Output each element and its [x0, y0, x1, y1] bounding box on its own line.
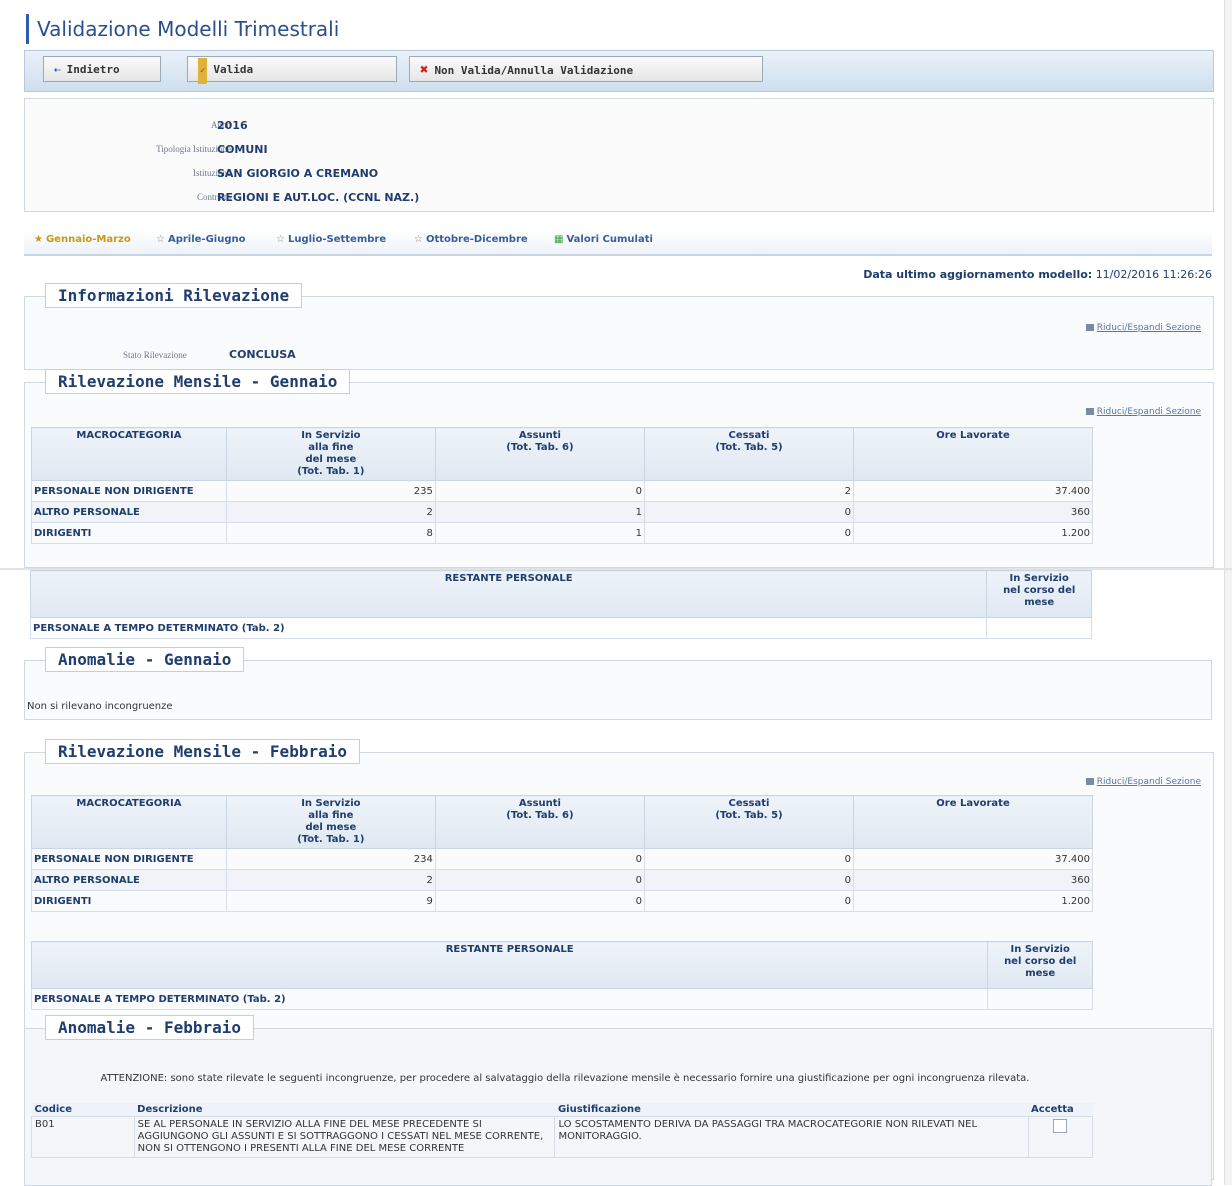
tab-valori-cumulati[interactable]: ▦ Valori Cumulati — [554, 234, 653, 245]
anomalie-febbraio-title: Anomalie - Febbraio — [45, 1015, 255, 1040]
col-assunti: Assunti (Tot. Tab. 6) — [434, 427, 645, 481]
close-icon: ✖ — [420, 62, 429, 78]
valid-button[interactable]: ✓ Valida — [187, 56, 397, 84]
gennaio-section-title: Rilevazione Mensile - Gennaio — [45, 369, 351, 394]
febbraio-section-title: Rilevazione Mensile - Febbraio — [45, 739, 360, 764]
table-header-row: MACROCATEGORIA In Servizio alla fine del… — [31, 427, 1093, 481]
table-row: B01 SE AL PERSONALE IN SERVIZIO ALLA FIN… — [31, 1116, 1094, 1158]
anomalie-gennaio-text: Non si rilevano incongruenze — [27, 701, 173, 712]
info-row-contratto: Contratto REGIONI E AUT.LOC. (CCNL NAZ.) — [25, 189, 1213, 209]
star-icon: ☆ — [156, 234, 165, 245]
col-ore-lavorate: Ore Lavorate — [853, 427, 1093, 481]
anomalie-warning: ATTENZIONE: sono state rilevate le segue… — [100, 1073, 1030, 1084]
toggle-icon — [1085, 778, 1094, 785]
contratto-value: REGIONI E AUT.LOC. (CCNL NAZ.) — [217, 191, 420, 204]
stato-label: Stato Rilevazione — [123, 350, 187, 360]
table-header-row: RESTANTE PERSONALE In Servizio nel corso… — [29, 570, 1092, 618]
last-update-value: 11/02/2016 11:26:26 — [1095, 268, 1212, 281]
page-title: Validazione Modelli Trimestrali — [26, 14, 339, 44]
valid-button-label: Valida — [213, 63, 254, 76]
toggle-icon — [1085, 408, 1094, 415]
table-row: DIRIGENTI 8 1 0 1.200 — [31, 522, 1093, 544]
col-cessati: Cessati (Tot. Tab. 5) — [643, 795, 855, 849]
stato-value: CONCLUSA — [229, 348, 296, 361]
tab-gennaio-marzo[interactable]: ★ Gennaio-Marzo — [34, 234, 131, 245]
anomalia-codice: B01 — [31, 1116, 135, 1158]
col-giustificazione: Giustificazione — [554, 1103, 1029, 1117]
col-accetta: Accetta — [1028, 1103, 1093, 1117]
info-row-tipologia: Tipologia Istituzione COMUNI — [25, 141, 1213, 161]
accetta-checkbox[interactable] — [1053, 1119, 1068, 1133]
febbraio-restante-table: RESTANTE PERSONALE In Servizio nel corso… — [30, 941, 1093, 1010]
table-header-row: MACROCATEGORIA In Servizio alla fine del… — [31, 795, 1093, 849]
col-restante-personale: RESTANTE PERSONALE — [29, 570, 988, 618]
info-row-anno: Anno 2016 — [25, 117, 1213, 137]
anomalia-descrizione: SE AL PERSONALE IN SERVIZIO ALLA FINE DE… — [133, 1116, 556, 1158]
info-rilevazione-title: Informazioni Rilevazione — [45, 283, 303, 308]
invalid-button-label: Non Valida/Annulla Validazione — [434, 64, 634, 77]
toggle-icon — [1085, 324, 1094, 331]
anomalie-gennaio-title: Anomalie - Gennaio — [45, 647, 245, 672]
toggle-section-link[interactable]: Riduci/Espandi Sezione — [1085, 777, 1201, 787]
grid-icon: ▦ — [554, 234, 564, 245]
star-icon: ★ — [34, 234, 43, 245]
toggle-section-link[interactable]: Riduci/Espandi Sezione — [1085, 407, 1201, 417]
col-in-servizio-corso: In Servizio nel corso del mese — [987, 941, 1093, 989]
table-header-row: RESTANTE PERSONALE In Servizio nel corso… — [30, 941, 1093, 989]
anno-value: 2016 — [217, 119, 248, 132]
last-update: Data ultimo aggiornamento modello: 11/02… — [863, 268, 1212, 281]
back-button[interactable]: ⇠ Indietro — [43, 56, 161, 82]
gennaio-restante-table: RESTANTE PERSONALE In Servizio nel corso… — [29, 570, 1092, 639]
table-row: PERSONALE A TEMPO DETERMINATO (Tab. 2) — [29, 617, 1092, 639]
gennaio-table: MACROCATEGORIA In Servizio alla fine del… — [31, 427, 1093, 544]
table-header-row: Codice Descrizione Giustificazione Accet… — [31, 1103, 1093, 1117]
anomalie-table: Codice Descrizione Giustificazione Accet… — [31, 1103, 1094, 1158]
col-assunti: Assunti (Tot. Tab. 6) — [434, 795, 645, 849]
col-in-servizio-corso: In Servizio nel corso del mese — [986, 570, 1092, 618]
table-row: PERSONALE NON DIRIGENTE 234 0 0 37.400 — [31, 848, 1093, 870]
table-row: PERSONALE A TEMPO DETERMINATO (Tab. 2) — [30, 988, 1093, 1010]
star-icon: ☆ — [414, 234, 423, 245]
toggle-section-link[interactable]: Riduci/Espandi Sezione — [1085, 323, 1201, 333]
tab-aprile-giugno[interactable]: ☆ Aprile-Giugno — [156, 234, 246, 245]
table-row: ALTRO PERSONALE 2 1 0 360 — [31, 501, 1093, 523]
table-row: ALTRO PERSONALE 2 0 0 360 — [31, 869, 1093, 891]
col-descrizione: Descrizione — [134, 1103, 555, 1117]
istituzione-value: SAN GIORGIO A CREMANO — [217, 167, 379, 180]
col-in-servizio: In Servizio alla fine del mese (Tot. Tab… — [225, 427, 436, 481]
tab-luglio-settembre[interactable]: ☆ Luglio-Settembre — [276, 234, 386, 245]
back-button-label: Indietro — [66, 63, 120, 76]
quarter-tabs: ★ Gennaio-Marzo ☆ Aprile-Giugno ☆ Luglio-Se… — [24, 228, 1212, 256]
invalid-button[interactable]: ✖ Non Valida/Annulla Validazione — [409, 56, 763, 82]
toolbar: ⇠ Indietro ✓ Valida ✖ Non Valida/Annulla Va… — [24, 50, 1214, 92]
info-row-istituzione: Istituzione SAN GIORGIO A CREMANO — [25, 165, 1213, 185]
info-box: Anno 2016 Tipologia Istituzione COMUNI I… — [24, 98, 1214, 212]
tab-ottobre-dicembre[interactable]: ☆ Ottobre-Dicembre — [414, 234, 528, 245]
gennaio-section: Rilevazione Mensile - Gennaio Riduci/Esp… — [24, 369, 1214, 568]
window-edge — [1224, 0, 1232, 1185]
col-macrocategoria: MACROCATEGORIA — [31, 427, 227, 481]
febbraio-table: MACROCATEGORIA In Servizio alla fine del… — [31, 795, 1093, 912]
anomalia-giustificazione[interactable]: LO SCOSTAMENTO DERIVA DA PASSAGGI TRA MA… — [554, 1116, 1029, 1158]
table-row: PERSONALE NON DIRIGENTE 235 0 2 37.400 — [31, 480, 1093, 502]
col-codice: Codice — [31, 1103, 135, 1117]
col-macrocategoria: MACROCATEGORIA — [31, 795, 227, 849]
anomalie-febbraio-section: Anomalie - Febbraio ATTENZIONE: sono sta… — [24, 1015, 1212, 1186]
table-row: DIRIGENTI 9 0 0 1.200 — [31, 890, 1093, 912]
col-cessati: Cessati (Tot. Tab. 5) — [643, 427, 855, 481]
back-arrow-icon: ⇠ — [54, 63, 61, 76]
anomalia-accetta — [1027, 1116, 1094, 1158]
last-update-label: Data ultimo aggiornamento modello: — [863, 268, 1093, 281]
col-in-servizio: In Servizio alla fine del mese (Tot. Tab… — [225, 795, 436, 849]
validate-icon: ✓ — [198, 58, 208, 84]
info-rilevazione-section: Informazioni Rilevazione Riduci/Espandi … — [24, 283, 1214, 370]
anomalie-gennaio-section: Anomalie - Gennaio Non si rilevano incon… — [24, 647, 1212, 720]
col-ore-lavorate: Ore Lavorate — [853, 795, 1093, 849]
tipologia-value: COMUNI — [217, 143, 268, 156]
star-icon: ☆ — [276, 234, 285, 245]
col-restante-personale: RESTANTE PERSONALE — [30, 941, 989, 989]
